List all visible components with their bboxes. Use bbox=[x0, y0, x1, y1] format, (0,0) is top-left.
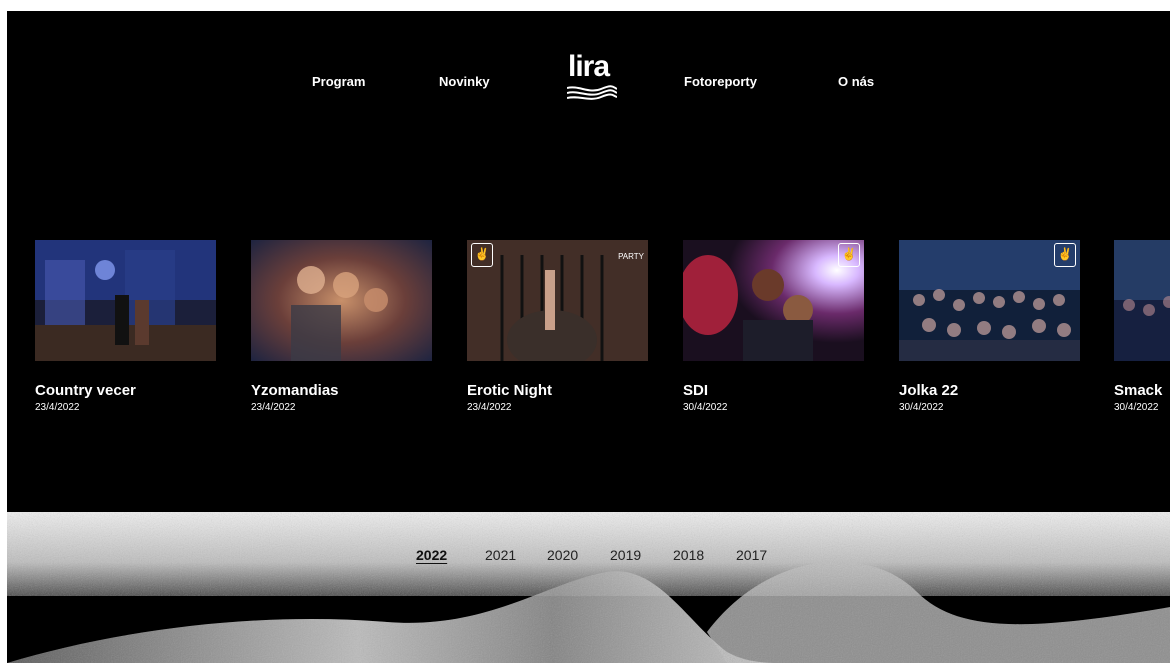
year-2019[interactable]: 2019 bbox=[610, 547, 641, 563]
gallery-card-date: 30/4/2022 bbox=[1114, 402, 1159, 413]
gallery-card[interactable]: ✌ Jolka 22 30/4/2022 bbox=[899, 240, 1080, 414]
rock-hand-icon: ✌ bbox=[838, 243, 860, 267]
gallery-card-title: Erotic Night bbox=[467, 382, 552, 399]
gallery-card-date: 23/4/2022 bbox=[251, 402, 296, 413]
main-nav: Program Novinky lira Fotoreporty O nás bbox=[7, 11, 1170, 151]
gallery-thumbnail[interactable] bbox=[251, 240, 432, 361]
gallery-card-title: Smack bbox=[1114, 382, 1163, 399]
year-filter: 2022 2021 2020 2019 2018 2017 bbox=[7, 547, 1170, 571]
year-2020[interactable]: 2020 bbox=[547, 547, 578, 563]
photo-gallery: Country vecer 23/4/2022 Yzomandias 23/4/… bbox=[7, 240, 1170, 430]
logo-wave-icon bbox=[567, 85, 617, 100]
photo-image bbox=[35, 240, 216, 361]
photo-image bbox=[899, 240, 1080, 361]
gallery-card-date: 23/4/2022 bbox=[35, 402, 80, 413]
year-2022[interactable]: 2022 bbox=[416, 547, 447, 563]
gallery-card-title: Jolka 22 bbox=[899, 382, 959, 399]
year-2017[interactable]: 2017 bbox=[736, 547, 767, 563]
year-2018[interactable]: 2018 bbox=[673, 547, 704, 563]
gallery-card[interactable]: Yzomandias 23/4/2022 bbox=[251, 240, 432, 414]
gallery-card-title: Country vecer bbox=[35, 382, 136, 399]
gallery-card[interactable]: Country vecer 23/4/2022 bbox=[35, 240, 216, 414]
gallery-thumbnail[interactable]: ✌ bbox=[683, 240, 864, 361]
party-badge: PARTY bbox=[618, 252, 644, 261]
rock-hand-icon: ✌ bbox=[1054, 243, 1076, 267]
nav-program[interactable]: Program bbox=[312, 74, 365, 89]
photo-image bbox=[683, 240, 864, 361]
gallery-card-date: 30/4/2022 bbox=[683, 402, 728, 413]
gallery-card-title: SDI bbox=[683, 382, 709, 399]
nav-o-nas[interactable]: O nás bbox=[838, 74, 874, 89]
gallery-card-date: 23/4/2022 bbox=[467, 402, 512, 413]
gallery-thumbnail[interactable]: ✌ bbox=[899, 240, 1080, 361]
gallery-card[interactable]: ✌ PARTY Erotic Night 23/4/2022 bbox=[467, 240, 648, 414]
photo-image bbox=[1114, 240, 1170, 361]
nav-novinky[interactable]: Novinky bbox=[439, 74, 490, 89]
year-2021[interactable]: 2021 bbox=[485, 547, 516, 563]
gallery-thumbnail[interactable]: ✌ PARTY bbox=[467, 240, 648, 361]
gallery-thumbnail[interactable] bbox=[1114, 240, 1170, 361]
rock-hand-icon: ✌ bbox=[471, 243, 493, 267]
gallery-card-date: 30/4/2022 bbox=[899, 402, 944, 413]
gallery-card-title: Yzomandias bbox=[251, 382, 339, 399]
page-frame: Program Novinky lira Fotoreporty O nás C… bbox=[7, 11, 1170, 663]
gallery-card[interactable]: ✌ SDI 30/4/2022 bbox=[683, 240, 864, 414]
wave-background bbox=[7, 512, 1170, 663]
gallery-thumbnail[interactable] bbox=[35, 240, 216, 361]
logo[interactable]: lira bbox=[567, 51, 617, 105]
logo-text: lira bbox=[568, 50, 610, 83]
gallery-card[interactable]: Smack 30/4/2022 bbox=[1114, 240, 1170, 414]
nav-fotoreporty[interactable]: Fotoreporty bbox=[684, 74, 757, 89]
photo-image bbox=[251, 240, 432, 361]
